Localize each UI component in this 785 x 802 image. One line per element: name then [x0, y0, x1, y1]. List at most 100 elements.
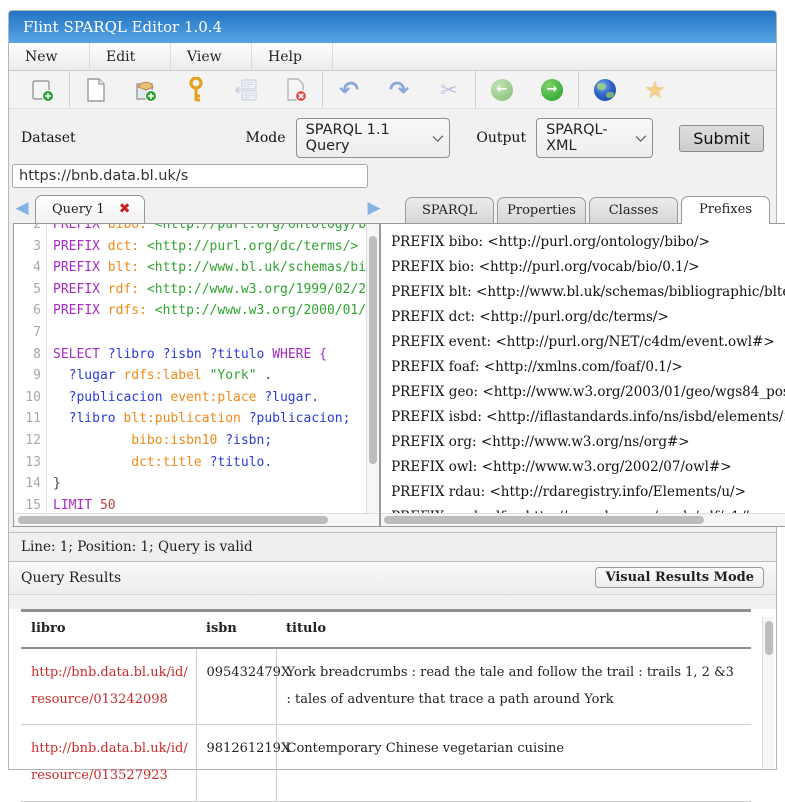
next-icon[interactable]: → [539, 77, 565, 103]
previous-icon[interactable]: ← [489, 77, 515, 103]
table-row: http://bnb.data.bl.uk/id/resource/013242… [21, 648, 751, 725]
chevron-down-icon [433, 131, 444, 142]
prefix-entry: PREFIX dct: <http://purl.org/dc/terms/> [391, 305, 785, 330]
prefix-entry: PREFIX event: <http://purl.org/NET/c4dm/… [391, 330, 785, 355]
result-resource-link[interactable]: http://bnb.data.bl.uk/id/resource/013527… [31, 736, 191, 789]
toolbar-group: ↶ ↷ ✂ [322, 71, 475, 108]
prefixes-hscroll-thumb[interactable] [384, 516, 704, 524]
result-titulo: Contemporary Chinese vegetarian cuisine [276, 725, 751, 801]
menu-view[interactable]: View [171, 43, 252, 70]
mode-select[interactable]: SPARQL 1.1 Query [296, 118, 451, 158]
code-line: PREFIX bibo: <http://purl.org/ontology/b [47, 224, 366, 236]
toolbar-group: ←→ [475, 71, 578, 108]
tabs-scroll-left-icon[interactable]: ◀ [13, 200, 31, 217]
close-tab-icon[interactable]: ✖ [119, 201, 131, 217]
workspace-panels: 23456789101112131415 PREFIX bibo: <http:… [9, 223, 776, 527]
result-isbn: 095432479X [196, 648, 276, 725]
code-line: ?publicacion event:place ?lugar. [47, 387, 366, 409]
delete-query-icon[interactable] [283, 77, 309, 103]
bookmark-star-icon[interactable]: ★ [642, 77, 668, 103]
editor-vscroll-thumb[interactable] [369, 236, 377, 464]
tab-properties[interactable]: Properties [497, 197, 586, 224]
prefix-entry: PREFIX org: <http://www.w3.org/ns/org#> [391, 430, 785, 455]
app-title: Flint SPARQL Editor 1.0.4 [23, 18, 222, 36]
visual-results-mode-button[interactable]: Visual Results Mode [595, 567, 764, 588]
line-number-gutter: 23456789101112131415 [14, 224, 47, 513]
redo-icon[interactable]: ↷ [386, 77, 412, 103]
title-bar: Flint SPARQL Editor 1.0.4 [9, 11, 776, 43]
tab-prefixes[interactable]: Prefixes [681, 196, 770, 224]
chevron-down-icon [636, 131, 647, 142]
new-query-icon[interactable] [83, 77, 109, 103]
code-line: dct:title ?titulo. [47, 452, 366, 474]
query-tab-label: Query 1 [52, 202, 105, 217]
prefixes-list: PREFIX bibo: <http://purl.org/ontology/b… [381, 224, 785, 513]
menu-bar: NewEditViewHelp [9, 43, 776, 71]
line-number: 3 [14, 236, 41, 258]
prefixes-horizontal-scrollbar[interactable] [381, 513, 785, 526]
code-line: PREFIX blt: <http://www.bl.uk/schemas/bi [47, 257, 366, 279]
line-number: 14 [14, 473, 41, 495]
result-isbn: 981261219X [196, 725, 276, 801]
results-column-isbn: isbn [196, 611, 276, 649]
status-bar: Line: 1; Position: 1; Query is valid [9, 532, 776, 562]
prefix-entry: PREFIX isbd: <http://iflastandards.info/… [391, 405, 785, 430]
dataset-label: Dataset [21, 130, 246, 146]
results-header: Query Results Visual Results Mode [9, 562, 776, 595]
dataset-info-globe-icon[interactable] [592, 77, 618, 103]
keyboard-shortcuts-icon[interactable] [183, 77, 209, 103]
prefix-entry: PREFIX bio: <http://purl.org/vocab/bio/0… [391, 255, 785, 280]
output-label: Output [476, 130, 526, 146]
new-tab-icon[interactable] [30, 77, 56, 103]
editor-vertical-scrollbar[interactable] [366, 224, 379, 513]
result-titulo: York breadcrumbs : read the tale and fol… [276, 648, 751, 725]
tabs-scroll-right-icon[interactable]: ▶ [365, 200, 383, 217]
code-line: PREFIX rdfs: <http://www.w3.org/2000/01/ [47, 300, 366, 322]
controls-row: Dataset Mode SPARQL 1.1 Query Output SPA… [9, 109, 776, 162]
line-number: 2 [14, 224, 41, 236]
results-column-titulo: titulo [276, 611, 751, 649]
prefix-entry: PREFIX geo: <http://www.w3.org/2003/01/g… [391, 380, 785, 405]
results-column-libro: libro [21, 611, 196, 649]
tab-query-1[interactable]: Query 1 ✖ [35, 195, 145, 223]
line-number: 7 [14, 322, 41, 344]
results-body: libroisbntitulo http://bnb.data.bl.uk/id… [9, 609, 776, 769]
mode-select-value: SPARQL 1.1 Query [306, 122, 425, 154]
editor-horizontal-scrollbar[interactable] [14, 513, 379, 526]
undo-icon[interactable]: ↶ [336, 77, 362, 103]
menu-edit[interactable]: Edit [90, 43, 171, 70]
result-resource-link[interactable]: http://bnb.data.bl.uk/id/resource/013242… [31, 660, 191, 713]
query-tab-strip: ◀ Query 1 ✖ ▶ [13, 194, 385, 223]
line-number: 9 [14, 365, 41, 387]
code-editor[interactable]: PREFIX bibo: <http://purl.org/ontology/b… [47, 224, 366, 513]
code-line: bibo:isbn10 ?isbn; [47, 430, 366, 452]
menu-new[interactable]: New [9, 43, 90, 70]
prefix-entry: PREFIX owl: <http://www.w3.org/2002/07/o… [391, 455, 785, 480]
toolbar: ↶↷✂←→★ [9, 71, 776, 109]
prefix-entry: PREFIX rdau: <http://rdaregistry.info/El… [391, 480, 785, 505]
tab-classes[interactable]: Classes [589, 197, 678, 224]
code-line: ?libro blt:publication ?publicacion; [47, 408, 366, 430]
endpoint-row [9, 162, 776, 194]
status-text: Line: 1; Position: 1; Query is valid [21, 539, 253, 555]
results-title: Query Results [21, 570, 121, 586]
output-select[interactable]: SPARQL-XML [536, 118, 653, 158]
code-line: ?lugar rdfs:label "York" . [47, 365, 366, 387]
menu-help[interactable]: Help [252, 43, 333, 70]
endpoint-input[interactable] [12, 164, 368, 188]
results-table: libroisbntitulo http://bnb.data.bl.uk/id… [21, 609, 751, 802]
cut-icon[interactable]: ✂ [436, 77, 462, 103]
results-vertical-scrollbar[interactable] [762, 617, 774, 769]
open-query-icon[interactable] [133, 77, 159, 103]
line-number: 13 [14, 452, 41, 474]
line-number: 6 [14, 300, 41, 322]
toolbar-group [17, 71, 69, 108]
results-vscroll-thumb[interactable] [765, 621, 773, 655]
submit-button[interactable]: Submit [679, 125, 764, 152]
insert-prefixes-icon[interactable] [233, 77, 259, 103]
tab-sparql[interactable]: SPARQL [405, 197, 494, 224]
line-number: 8 [14, 344, 41, 366]
code-line: PREFIX dct: <http://purl.org/dc/terms/> [47, 236, 366, 258]
prefixes-body: PREFIX bibo: <http://purl.org/ontology/b… [381, 224, 785, 513]
editor-hscroll-thumb[interactable] [18, 516, 328, 524]
